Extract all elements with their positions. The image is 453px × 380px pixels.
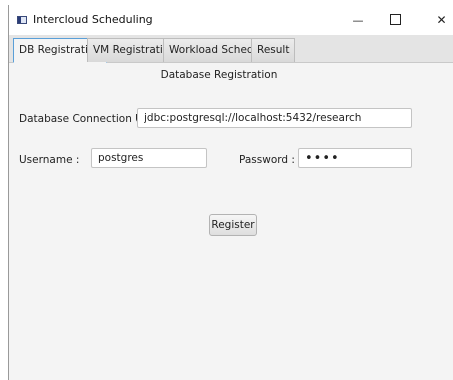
maximize-icon xyxy=(389,14,401,25)
password-input[interactable] xyxy=(298,148,412,168)
app-window-icon xyxy=(17,16,27,24)
window-title: Intercloud Scheduling xyxy=(33,13,153,26)
title-bar[interactable]: Intercloud Scheduling — ✕ xyxy=(9,5,453,35)
tab-result[interactable]: Result xyxy=(251,38,296,62)
db-registration-panel: Database Registration Database Connectio… xyxy=(9,63,453,380)
register-button[interactable]: Register xyxy=(209,214,257,236)
maximize-button[interactable] xyxy=(380,9,410,31)
password-label: Password : xyxy=(239,154,295,166)
database-url-input[interactable] xyxy=(137,108,412,128)
app-window: Intercloud Scheduling — ✕ DB Registratio… xyxy=(8,5,453,380)
tab-bar: DB Registration VM Registration Workload… xyxy=(9,35,453,63)
minimize-icon: — xyxy=(352,14,364,27)
close-icon: ✕ xyxy=(436,13,447,27)
tab-label: Result xyxy=(257,44,290,56)
username-input[interactable] xyxy=(91,148,207,168)
close-button[interactable]: ✕ xyxy=(429,9,453,31)
section-title: Database Registration xyxy=(160,69,278,81)
username-label: Username : xyxy=(19,154,80,166)
minimize-button[interactable]: — xyxy=(343,9,373,31)
